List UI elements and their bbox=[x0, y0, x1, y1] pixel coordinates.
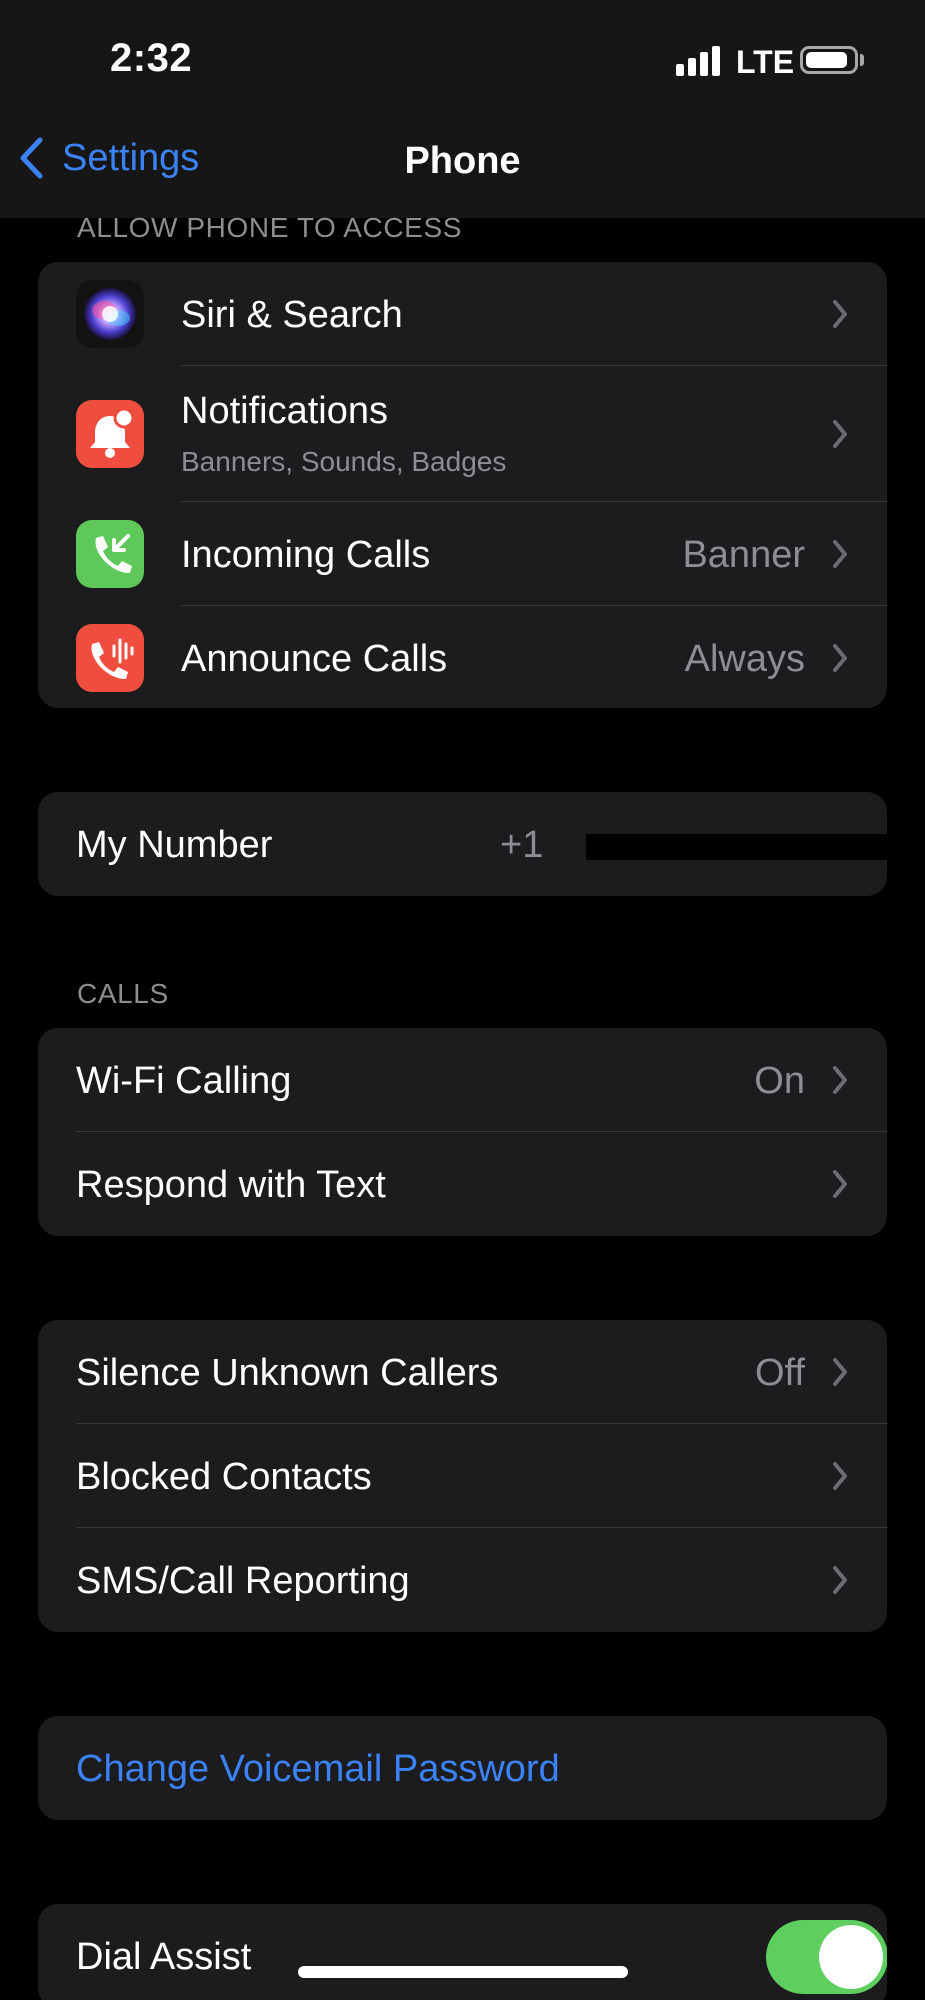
chevron-right-icon bbox=[833, 1462, 847, 1490]
blocked-contacts-label: Blocked Contacts bbox=[76, 1456, 372, 1498]
voicemail-group: Change Voicemail Password bbox=[38, 1716, 887, 1820]
sms-call-reporting-label: SMS/Call Reporting bbox=[76, 1560, 410, 1602]
notifications-label: Notifications bbox=[181, 390, 388, 432]
section-header-calls: CALLS bbox=[77, 978, 169, 1009]
chevron-right-icon bbox=[833, 644, 847, 672]
silence-unknown-callers-value: Off bbox=[755, 1352, 805, 1394]
announce-calls-row[interactable]: Announce Calls Always bbox=[38, 606, 887, 708]
network-type: LTE bbox=[736, 44, 795, 80]
calls-group: Wi-Fi Calling On Respond with Text bbox=[38, 1028, 887, 1236]
redaction-bar bbox=[586, 834, 887, 860]
notifications-icon bbox=[76, 400, 144, 468]
notifications-row[interactable]: Notifications Banners, Sounds, Badges bbox=[38, 366, 887, 502]
announce-calls-value: Always bbox=[684, 638, 805, 680]
chevron-right-icon bbox=[833, 540, 847, 568]
respond-with-text-label: Respond with Text bbox=[76, 1164, 386, 1206]
my-number-label: My Number bbox=[76, 824, 273, 866]
dial-assist-row: Dial Assist bbox=[38, 1904, 887, 2000]
status-time: 2:32 bbox=[110, 36, 193, 80]
wifi-calling-row[interactable]: Wi-Fi Calling On bbox=[38, 1028, 887, 1132]
blocked-contacts-row[interactable]: Blocked Contacts bbox=[38, 1424, 887, 1528]
change-voicemail-password-link[interactable]: Change Voicemail Password bbox=[76, 1748, 560, 1791]
incoming-call-icon bbox=[76, 520, 144, 588]
navigation-bar: 2:32 LTE Settings Phone bbox=[0, 0, 925, 218]
silence-unknown-callers-row[interactable]: Silence Unknown Callers Off bbox=[38, 1320, 887, 1424]
notifications-sublabel: Banners, Sounds, Badges bbox=[181, 446, 507, 477]
battery-icon bbox=[800, 46, 858, 74]
dial-assist-group: Dial Assist bbox=[38, 1904, 887, 2000]
section-header-access: ALLOW PHONE TO ACCESS bbox=[77, 212, 463, 243]
chevron-right-icon bbox=[833, 420, 847, 448]
siri-icon bbox=[76, 280, 144, 348]
silence-unknown-callers-label: Silence Unknown Callers bbox=[76, 1352, 499, 1394]
incoming-calls-value: Banner bbox=[682, 534, 805, 576]
my-number-row[interactable]: My Number +1 bbox=[38, 792, 887, 896]
my-number-value: +1 bbox=[500, 824, 544, 866]
home-indicator[interactable] bbox=[298, 1966, 628, 1978]
access-group: Siri & Search Notifications Banners, Sou… bbox=[38, 262, 887, 708]
announce-calls-label: Announce Calls bbox=[181, 638, 448, 680]
sms-call-reporting-row[interactable]: SMS/Call Reporting bbox=[38, 1528, 887, 1632]
page-title: Phone bbox=[404, 140, 521, 182]
cellular-signal-icon bbox=[676, 46, 722, 76]
blocking-group: Silence Unknown Callers Off Blocked Cont… bbox=[38, 1320, 887, 1632]
dial-assist-toggle[interactable] bbox=[766, 1920, 887, 1994]
my-number-group: My Number +1 bbox=[38, 792, 887, 896]
siri-search-label: Siri & Search bbox=[181, 294, 403, 336]
wifi-calling-label: Wi-Fi Calling bbox=[76, 1060, 292, 1102]
battery-cap bbox=[860, 54, 864, 66]
siri-search-row[interactable]: Siri & Search bbox=[38, 262, 887, 366]
chevron-right-icon bbox=[833, 1066, 847, 1094]
respond-with-text-row[interactable]: Respond with Text bbox=[38, 1132, 887, 1236]
wifi-calling-value: On bbox=[754, 1060, 805, 1102]
toggle-knob bbox=[819, 1925, 883, 1989]
chevron-right-icon bbox=[833, 300, 847, 328]
announce-calls-icon bbox=[76, 624, 144, 692]
incoming-calls-row[interactable]: Incoming Calls Banner bbox=[38, 502, 887, 606]
dial-assist-label: Dial Assist bbox=[76, 1936, 252, 1978]
change-voicemail-password-row[interactable]: Change Voicemail Password bbox=[38, 1716, 887, 1820]
chevron-right-icon bbox=[833, 1566, 847, 1594]
chevron-right-icon bbox=[833, 1358, 847, 1386]
incoming-calls-label: Incoming Calls bbox=[181, 534, 431, 576]
chevron-right-icon bbox=[833, 1170, 847, 1198]
